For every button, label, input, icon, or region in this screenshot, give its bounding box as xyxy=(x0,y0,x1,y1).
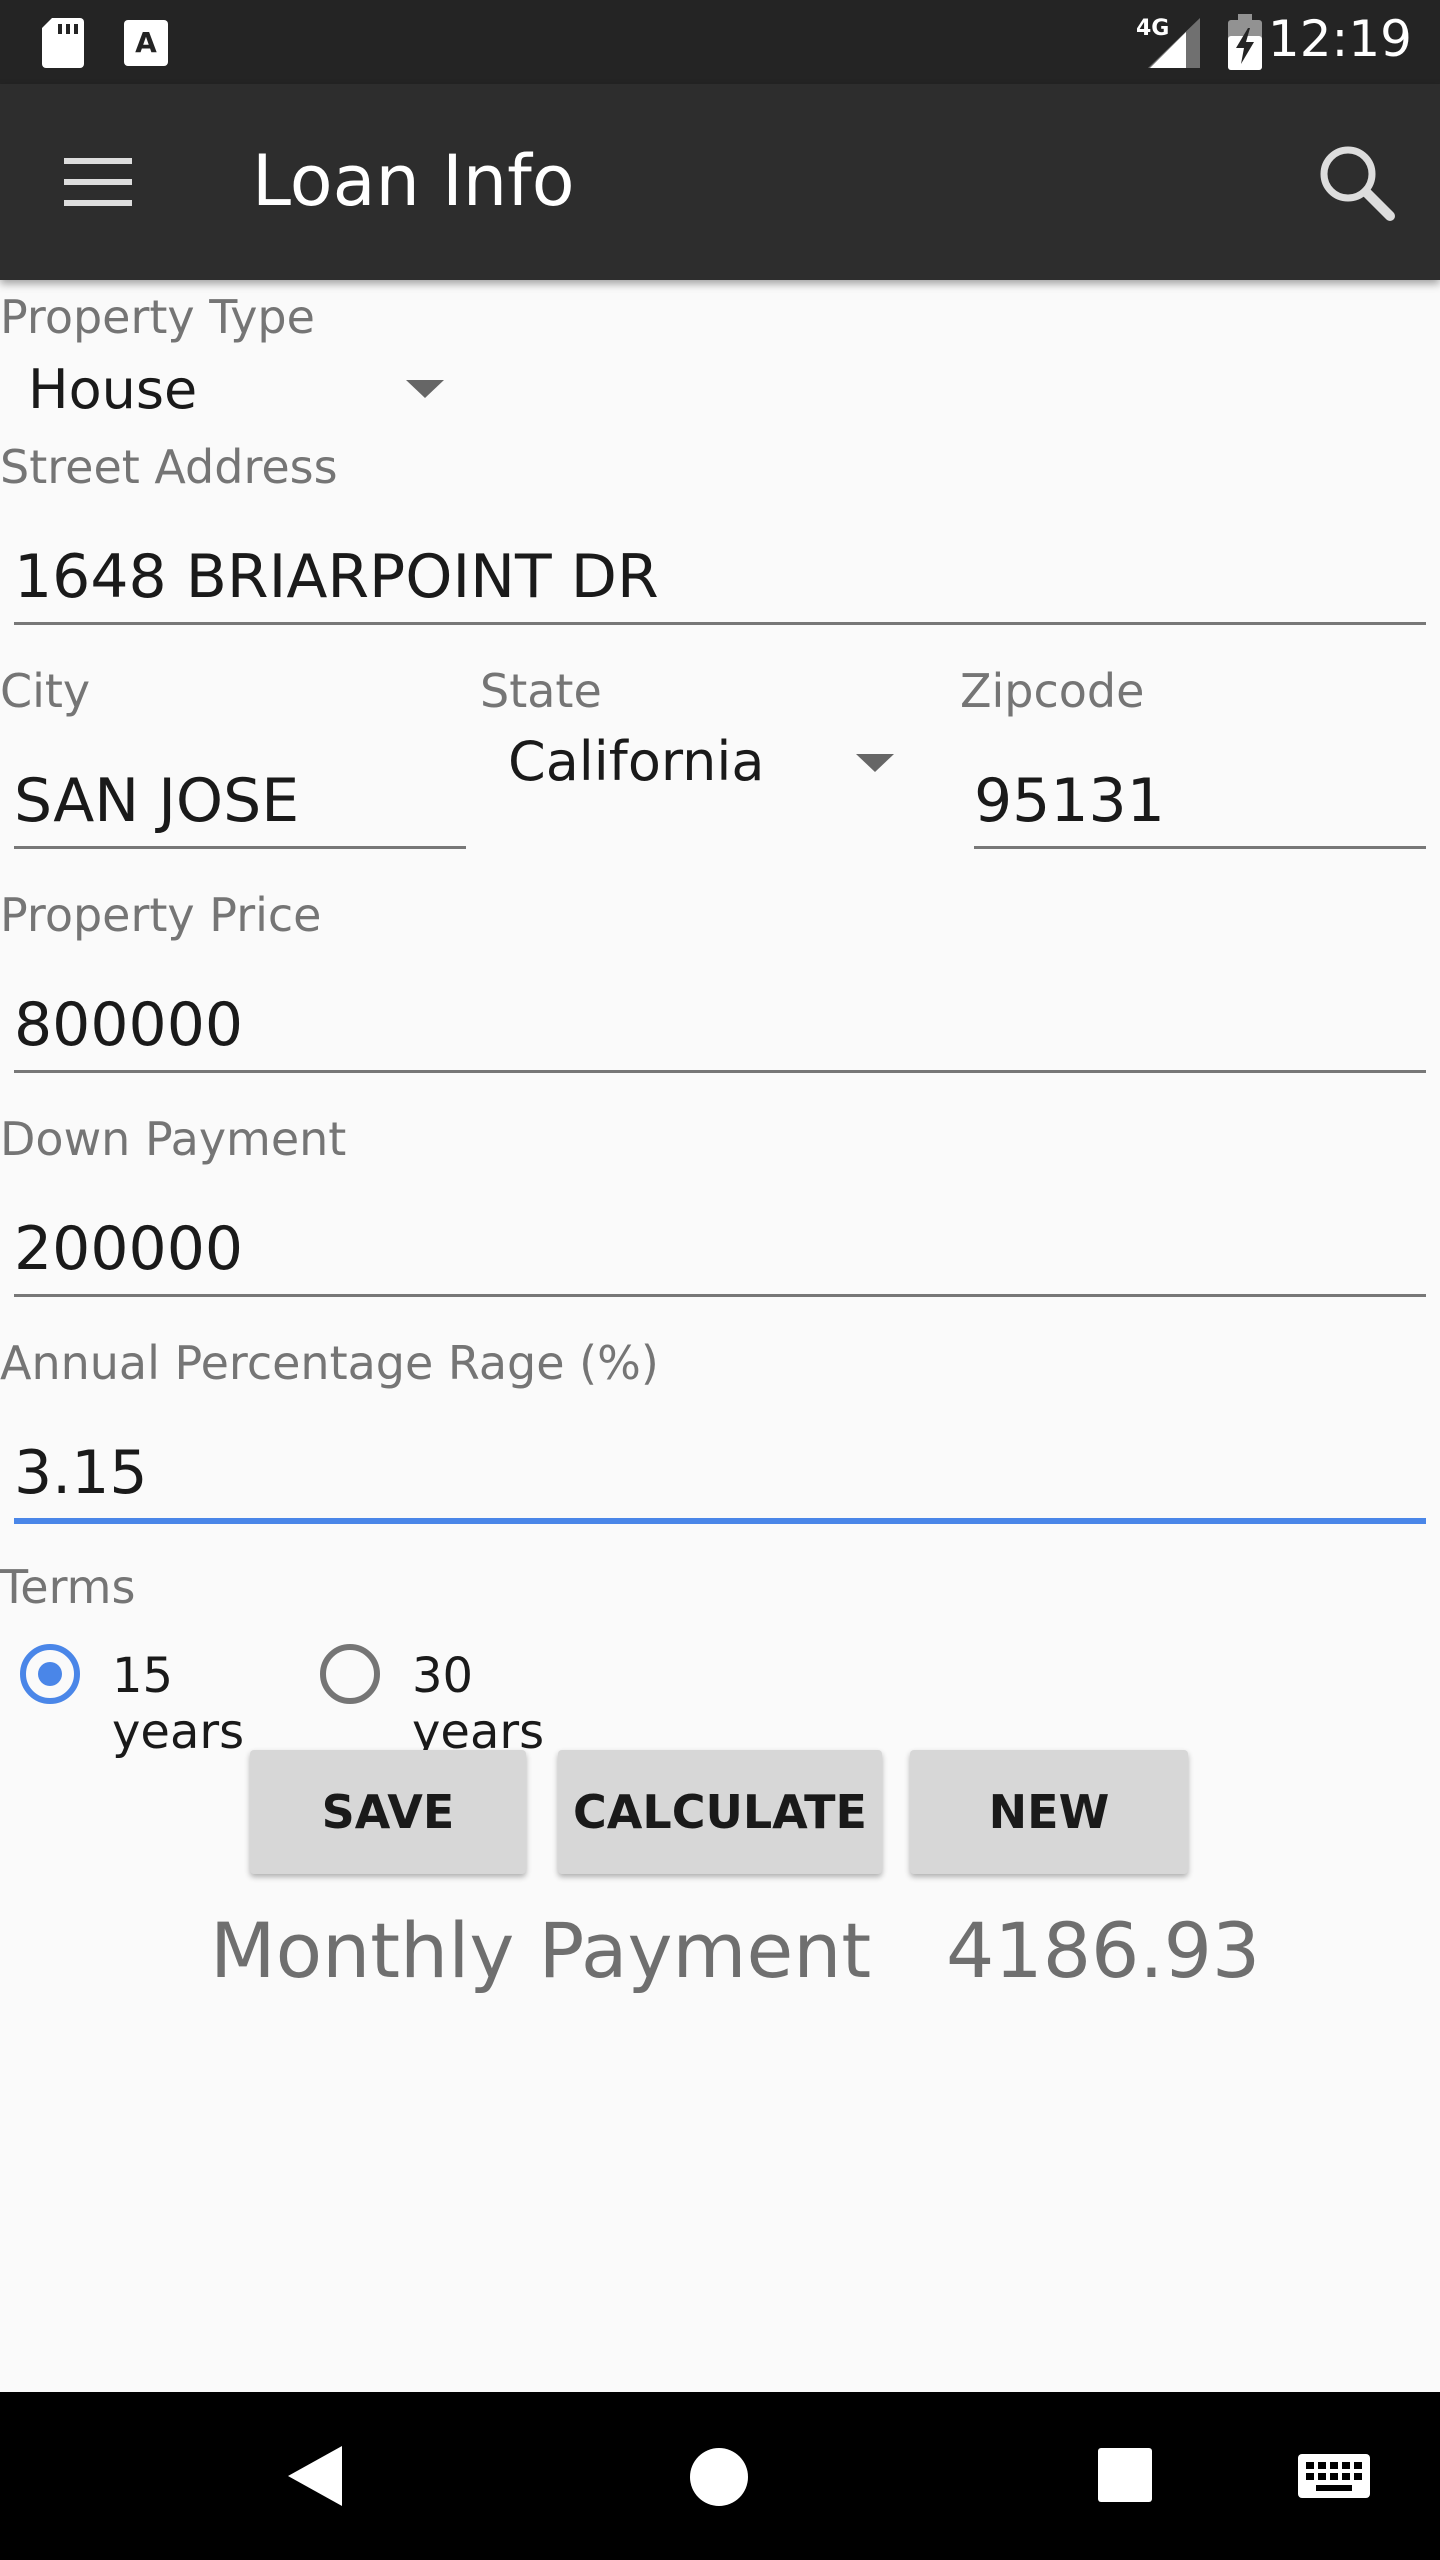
property-type-value: House xyxy=(28,358,198,421)
status-bar: A 4G 12:19 xyxy=(0,0,1440,84)
radio-15-years-label: 15 years xyxy=(112,1648,245,1760)
chevron-down-icon xyxy=(856,754,894,772)
zipcode-field[interactable]: 95131 xyxy=(974,754,1426,850)
state-spinner[interactable]: California xyxy=(480,722,920,804)
signal-icon xyxy=(1148,18,1200,68)
sd-card-icon xyxy=(42,18,84,68)
down-payment-label: Down Payment xyxy=(0,1112,347,1166)
street-address-underline xyxy=(14,622,1426,625)
radio-30-years[interactable]: 30 years xyxy=(320,1636,610,1760)
property-price-label: Property Price xyxy=(0,888,322,942)
down-payment-field[interactable]: 200000 xyxy=(14,1202,1426,1298)
svg-text:A: A xyxy=(135,26,157,59)
monthly-payment-value: 4186.93 xyxy=(946,1906,1261,1995)
property-type-spinner[interactable]: House xyxy=(0,350,460,430)
calculate-button[interactable]: CALCULATE xyxy=(558,1750,882,1874)
status-time: 12:19 xyxy=(1267,10,1412,68)
navigation-bar xyxy=(0,2392,1440,2560)
back-icon[interactable] xyxy=(288,2446,342,2506)
monthly-payment-label: Monthly Payment xyxy=(210,1906,872,1995)
battery-icon xyxy=(1228,14,1262,70)
keyboard-icon[interactable] xyxy=(1298,2454,1370,2498)
street-address-field[interactable]: 1648 BRIARPOINT DR xyxy=(14,530,1426,626)
apr-value: 3.15 xyxy=(14,1438,148,1508)
home-icon[interactable] xyxy=(690,2448,748,2506)
city-field[interactable]: SAN JOSE xyxy=(14,754,466,850)
property-price-underline xyxy=(14,1070,1426,1073)
save-button[interactable]: SAVE xyxy=(250,1750,526,1874)
street-address-label: Street Address xyxy=(0,440,338,494)
state-label: State xyxy=(480,664,602,718)
radio-15-years[interactable]: 15 years xyxy=(20,1636,310,1760)
zipcode-value: 95131 xyxy=(974,766,1165,836)
property-price-value: 800000 xyxy=(14,990,244,1060)
search-icon[interactable] xyxy=(1316,142,1396,222)
property-price-field[interactable]: 800000 xyxy=(14,978,1426,1074)
menu-icon[interactable] xyxy=(64,156,132,208)
zipcode-label: Zipcode xyxy=(960,664,1145,718)
radio-30-years-label: 30 years xyxy=(412,1648,545,1760)
property-type-label: Property Type xyxy=(0,290,315,344)
street-address-value: 1648 BRIARPOINT DR xyxy=(14,542,659,612)
terms-label: Terms xyxy=(0,1560,136,1614)
accessibility-icon: A xyxy=(124,20,168,66)
city-label: City xyxy=(0,664,91,718)
page-title: Loan Info xyxy=(252,140,575,222)
state-value: California xyxy=(508,730,765,793)
city-underline xyxy=(14,846,466,849)
apr-underline xyxy=(14,1518,1426,1524)
app-bar: Loan Info xyxy=(0,84,1440,280)
radio-unchecked-icon xyxy=(320,1644,380,1704)
radio-checked-icon xyxy=(20,1644,80,1704)
down-payment-value: 200000 xyxy=(14,1214,244,1284)
down-payment-underline xyxy=(14,1294,1426,1297)
apr-field[interactable]: 3.15 xyxy=(14,1426,1426,1526)
city-value: SAN JOSE xyxy=(14,766,300,836)
zipcode-underline xyxy=(974,846,1426,849)
new-button[interactable]: NEW xyxy=(910,1750,1188,1874)
recents-icon[interactable] xyxy=(1098,2448,1152,2502)
chevron-down-icon xyxy=(406,380,444,398)
apr-label: Annual Percentage Rage (%) xyxy=(0,1336,659,1390)
